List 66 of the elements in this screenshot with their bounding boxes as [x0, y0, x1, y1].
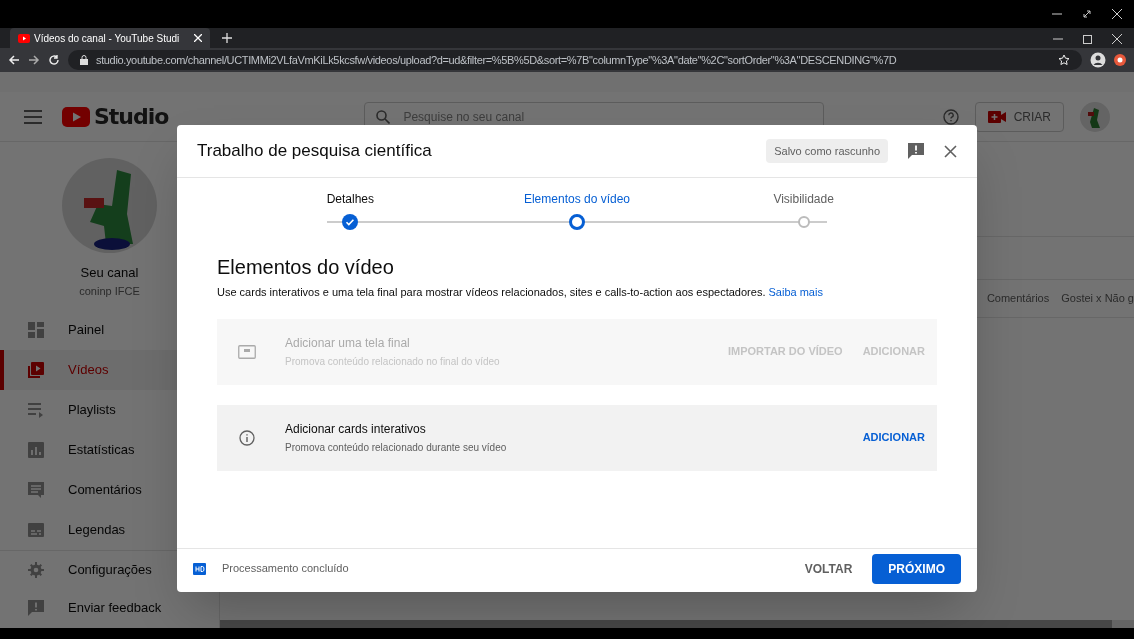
- url-text: studio.youtube.com/channel/UCTIMMi2VLfaVmKiLk5kcsfw/videos/upload?d=ud&filter=%5B%5D&sort=%7B"columnType"%3A"date"%2C"sortOrder"%3A"DESCENDING"%7D: [96, 52, 897, 68]
- create-button[interactable]: CRIAR: [974, 101, 1064, 132]
- sidebar-item[interactable]: Legendas: [0, 510, 219, 550]
- option-title: Adicionar uma tela final: [285, 335, 411, 352]
- subtitles-icon: [28, 522, 44, 538]
- profile-icon[interactable]: [1090, 52, 1106, 68]
- step-done-icon[interactable]: [342, 214, 359, 230]
- option-action-button[interactable]: ADICIONAR: [862, 429, 925, 446]
- sidebar-item[interactable]: Playlists: [0, 390, 219, 430]
- extension-icon[interactable]: [1114, 54, 1126, 66]
- processing-status: Processamento concluído: [222, 561, 349, 577]
- back-icon[interactable]: [8, 54, 20, 66]
- dashboard-icon: [28, 322, 44, 338]
- feedback-icon: [28, 600, 44, 616]
- step-label[interactable]: Detalhes: [326, 190, 374, 210]
- option-subtitle: Promova conteúdo relacionado durante seu vídeo: [285, 441, 508, 455]
- youtube-logo-icon: [62, 106, 90, 127]
- forward-icon[interactable]: [28, 54, 40, 66]
- option-title: Adicionar cards interativos: [285, 421, 427, 438]
- back-button[interactable]: VOLTAR: [792, 553, 865, 584]
- tab-title: Vídeos do canal - YouTube Studi: [34, 31, 181, 46]
- studio-logo-text[interactable]: Studio: [94, 100, 169, 133]
- sidebar-item[interactable]: Enviar feedback: [0, 589, 219, 627]
- address-bar[interactable]: studio.youtube.com/channel/UCTIMMi2VLfaVmKiLk5kcsfw/videos/upload?d=ud&filter=%5B%5D&sort=%7B"columnType"%3A"date"%2C"sortOrder"%3A"DESCENDING"%7D: [68, 50, 1082, 70]
- video-play-icon: [28, 362, 44, 378]
- comment-icon: [28, 482, 44, 498]
- dialog-title: Trabalho de pesquisa científica: [197, 140, 432, 163]
- avatar-drawing[interactable]: [1080, 101, 1110, 132]
- section-heading: Elementos do vídeo: [217, 255, 395, 280]
- sidebar-item[interactable]: Estatísticas: [0, 430, 219, 470]
- sidebar-item[interactable]: Comentários: [0, 470, 219, 510]
- close-icon[interactable]: [944, 144, 957, 158]
- channel-name: Seu canal: [80, 264, 139, 282]
- draft-status-badge: Salvo como rascunho: [766, 138, 888, 164]
- lock-icon: [80, 55, 88, 65]
- video-camera-icon: [987, 110, 1006, 123]
- menu-icon[interactable]: [24, 109, 42, 124]
- youtube-icon: [18, 33, 30, 43]
- section-description: Use cards interativos e uma tela final para mostrar vídeos relacionados, sites e calls-to-action aos espectadores. Saiba mais: [217, 285, 824, 300]
- info-icon: [239, 429, 255, 446]
- step-current-icon[interactable]: [569, 214, 585, 230]
- column-header[interactable]: Gostei x Não g: [1061, 290, 1134, 307]
- channel-avatar-drawing[interactable]: [62, 158, 157, 253]
- browser-tab[interactable]: Vídeos do canal - YouTube Studi: [10, 28, 210, 48]
- new-tab-icon[interactable]: [222, 33, 232, 43]
- column-header[interactable]: Comentários: [986, 290, 1050, 307]
- horizontal-scrollbar[interactable]: [220, 620, 1134, 628]
- sidebar-item[interactable]: Configurações: [0, 551, 219, 589]
- sidebar-item[interactable]: Painel: [0, 310, 219, 350]
- reload-icon[interactable]: [48, 54, 60, 66]
- maximize-icon[interactable]: [1083, 34, 1092, 44]
- screen-icon: [238, 344, 256, 359]
- channel-handle: coninp IFCE: [79, 284, 140, 299]
- playlist-icon: [28, 402, 44, 418]
- learn-more-link[interactable]: Saiba mais: [768, 286, 823, 298]
- star-icon[interactable]: [1058, 54, 1070, 66]
- hd-icon: [193, 562, 206, 575]
- search-icon: [376, 109, 391, 124]
- help-icon[interactable]: [942, 108, 959, 125]
- feedback-icon[interactable]: [908, 143, 924, 159]
- settings-icon: [28, 562, 44, 578]
- bar-chart-icon: [28, 442, 44, 458]
- step-label[interactable]: Visibilidade: [773, 190, 834, 210]
- step-label[interactable]: Elementos do vídeo: [523, 190, 631, 210]
- restore-icon[interactable]: [1082, 9, 1092, 19]
- next-button[interactable]: PRÓXIMO: [872, 553, 961, 584]
